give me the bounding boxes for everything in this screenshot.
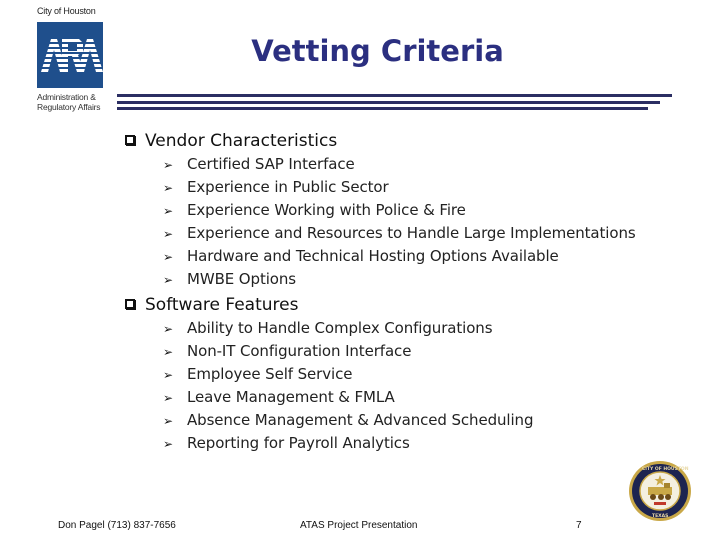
arrowhead-right-icon: ➢ bbox=[163, 250, 173, 264]
list-item: ➢ Certified SAP Interface bbox=[163, 155, 355, 173]
section-heading-vendor: Vendor Characteristics bbox=[125, 131, 337, 151]
arrowhead-right-icon: ➢ bbox=[163, 227, 173, 241]
list-item: ➢ Employee Self Service bbox=[163, 365, 352, 383]
footer-contact: Don Pagel (713) 837-7656 bbox=[58, 520, 176, 531]
title-rule-bottom bbox=[117, 107, 648, 110]
list-item: ➢ Reporting for Payroll Analytics bbox=[163, 434, 410, 452]
section-heading-text: Software Features bbox=[145, 295, 299, 315]
arrowhead-right-icon: ➢ bbox=[163, 158, 173, 172]
arrowhead-right-icon: ➢ bbox=[163, 204, 173, 218]
logo-org-line2: Regulatory Affairs bbox=[37, 102, 101, 112]
list-item: ➢ Ability to Handle Complex Configuration… bbox=[163, 319, 493, 337]
arrowhead-right-icon: ➢ bbox=[163, 368, 173, 382]
section-heading-software: Software Features bbox=[125, 295, 298, 315]
checkbox-square-icon bbox=[125, 299, 135, 309]
logo-org-line1: Administration & bbox=[37, 92, 96, 102]
list-item-text: MWBE Options bbox=[187, 270, 296, 288]
list-item: ➢ Absence Management & Advanced Schedulin… bbox=[163, 411, 533, 429]
slide-title: Vetting Criteria bbox=[251, 34, 504, 68]
list-item-text: Employee Self Service bbox=[187, 365, 353, 383]
list-item: ➢ Experience and Resources to Handle Larg… bbox=[163, 224, 636, 242]
list-item-text: Ability to Handle Complex Configurations bbox=[187, 319, 493, 337]
list-item-text: Experience in Public Sector bbox=[187, 178, 389, 196]
list-item: ➢ Experience in Public Sector bbox=[163, 178, 389, 196]
list-item-text: Non-IT Configuration Interface bbox=[187, 342, 412, 360]
logo-org-name: Administration & Regulatory Affairs bbox=[37, 92, 101, 112]
list-item-text: Hardware and Technical Hosting Options A… bbox=[187, 247, 559, 265]
list-item-text: Reporting for Payroll Analytics bbox=[187, 434, 410, 452]
arrowhead-right-icon: ➢ bbox=[163, 345, 173, 359]
footer-page-number: 7 bbox=[576, 520, 582, 531]
arrowhead-right-icon: ➢ bbox=[163, 437, 173, 451]
arrowhead-right-icon: ➢ bbox=[163, 181, 173, 195]
arrowhead-right-icon: ➢ bbox=[163, 273, 173, 287]
arrowhead-right-icon: ➢ bbox=[163, 391, 173, 405]
list-item-text: Absence Management & Advanced Scheduling bbox=[187, 411, 534, 429]
title-rule-middle bbox=[117, 101, 660, 104]
arrowhead-right-icon: ➢ bbox=[163, 414, 173, 428]
list-item: ➢ MWBE Options bbox=[163, 270, 296, 288]
logo-city-label: City of Houston bbox=[37, 6, 96, 16]
list-item-text: Certified SAP Interface bbox=[187, 155, 355, 173]
checkbox-square-icon bbox=[125, 135, 135, 145]
section-heading-text: Vendor Characteristics bbox=[145, 131, 338, 151]
list-item: ➢ Experience Working with Police & Fire bbox=[163, 201, 466, 219]
list-item-text: Leave Management & FMLA bbox=[187, 388, 395, 406]
list-item: ➢ Leave Management & FMLA bbox=[163, 388, 395, 406]
list-item-text: Experience and Resources to Handle Large… bbox=[187, 224, 636, 242]
footer-presentation-name: ATAS Project Presentation bbox=[300, 520, 418, 531]
city-of-houston-seal-icon: CITY OF HOUSTON TEXAS bbox=[628, 460, 692, 522]
list-item: ➢ Hardware and Technical Hosting Options … bbox=[163, 247, 559, 265]
list-item-text: Experience Working with Police & Fire bbox=[187, 201, 466, 219]
arrowhead-right-icon: ➢ bbox=[163, 322, 173, 336]
svg-text:TEXAS: TEXAS bbox=[652, 513, 668, 519]
title-rule-top bbox=[117, 94, 672, 97]
svg-text:CITY OF HOUSTON: CITY OF HOUSTON bbox=[642, 466, 689, 472]
list-item: ➢ Non-IT Configuration Interface bbox=[163, 342, 411, 360]
